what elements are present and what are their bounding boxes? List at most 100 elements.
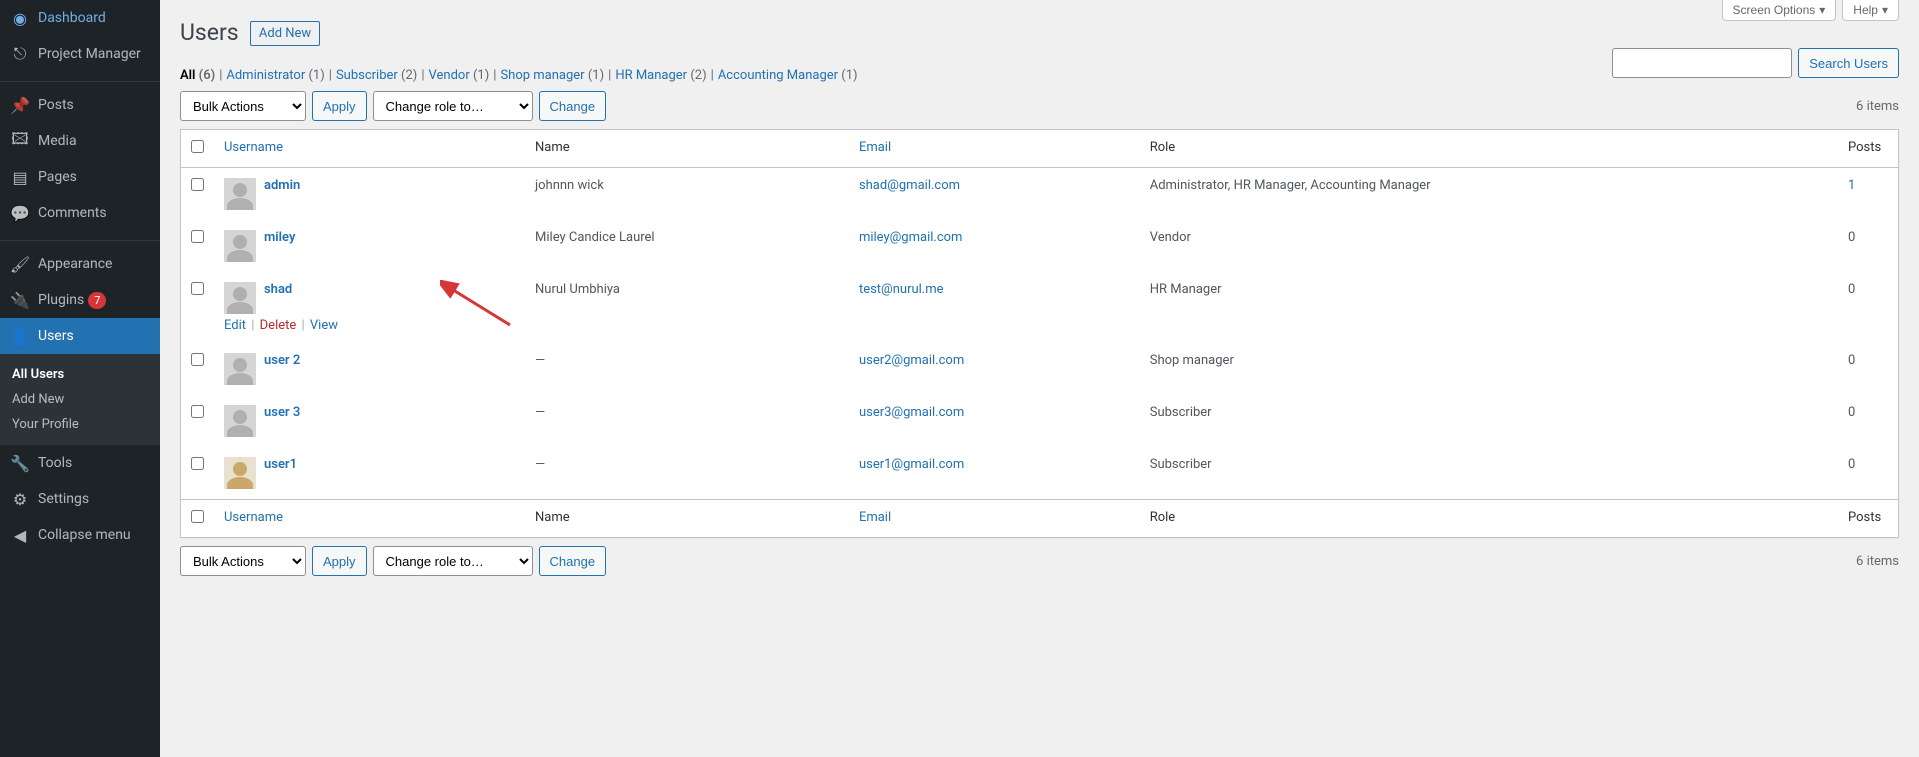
edit-link[interactable]: Edit <box>224 318 246 333</box>
col-username-foot[interactable]: Username <box>214 499 525 537</box>
sidebar-item-users[interactable]: 👤Users <box>0 318 160 354</box>
sidebar-item-dashboard[interactable]: ◉Dashboard <box>0 0 160 36</box>
filter-link[interactable]: Subscriber (2) <box>336 68 417 83</box>
sidebar-item-label: Tools <box>38 455 72 471</box>
username-link[interactable]: shad <box>264 282 292 297</box>
sidebar-item-label: Dashboard <box>38 10 106 26</box>
filter-link[interactable]: Administrator (1) <box>226 68 324 83</box>
sidebar-item-label: Users <box>38 328 74 344</box>
username-link[interactable]: admin <box>264 178 300 193</box>
screen-meta: Screen Options▾ Help▾ <box>1722 0 1899 21</box>
row-actions: Edit | Delete | View <box>224 318 515 333</box>
bulk-actions-select[interactable]: Bulk Actions <box>180 91 306 121</box>
cell-name: — <box>525 395 849 447</box>
collapse-icon: ◀ <box>10 525 30 545</box>
submenu-item[interactable]: Add New <box>0 387 160 412</box>
sidebar-item-label: Posts <box>38 97 74 113</box>
cell-role: Vendor <box>1140 220 1838 272</box>
pages-icon: ▤ <box>10 167 30 187</box>
tablenav-bottom: Bulk Actions Apply Change role to… Chang… <box>180 546 1899 576</box>
sidebar-item-appearance[interactable]: 🖌Appearance <box>0 246 160 282</box>
col-email[interactable]: Email <box>849 130 1140 168</box>
page-title: Users <box>180 10 239 50</box>
username-link[interactable]: user 3 <box>264 405 300 420</box>
sidebar-item-settings[interactable]: ⚙Settings <box>0 481 160 517</box>
email-link[interactable]: user2@gmail.com <box>859 353 964 368</box>
username-link[interactable]: user 2 <box>264 353 300 368</box>
sidebar-item-comments[interactable]: 💬Comments <box>0 195 160 231</box>
filter-link[interactable]: All (6) <box>180 68 215 83</box>
change-role-select-bottom[interactable]: Change role to… <box>373 546 533 576</box>
table-row: mileyMiley Candice Laurelmiley@gmail.com… <box>181 220 1898 272</box>
row-checkbox[interactable] <box>191 178 204 191</box>
plugin-icon: 🔌 <box>10 290 30 310</box>
filter-link[interactable]: Vendor (1) <box>429 68 490 83</box>
cell-posts: 0 <box>1838 343 1898 395</box>
add-new-button[interactable]: Add New <box>250 21 320 46</box>
change-role-select[interactable]: Change role to… <box>373 91 533 121</box>
view-link[interactable]: View <box>310 318 338 333</box>
filter-link[interactable]: HR Manager (2) <box>615 68 706 83</box>
apply-button-bottom[interactable]: Apply <box>312 546 367 576</box>
submenu-item[interactable]: Your Profile <box>0 412 160 437</box>
change-button-bottom[interactable]: Change <box>539 546 607 576</box>
email-link[interactable]: test@nurul.me <box>859 282 944 297</box>
screen-options-button[interactable]: Screen Options▾ <box>1722 0 1837 21</box>
filter-link[interactable]: Accounting Manager (1) <box>718 68 858 83</box>
row-checkbox[interactable] <box>191 405 204 418</box>
email-link[interactable]: miley@gmail.com <box>859 230 963 245</box>
chevron-down-icon: ▾ <box>1819 3 1825 17</box>
item-count-top: 6 items <box>1856 99 1899 114</box>
pin-icon: 📌 <box>10 95 30 115</box>
admin-sidebar: ◉Dashboard⎋Project Manager 📌 Posts 🖾Media▤P… <box>0 0 160 757</box>
menu-separator <box>0 77 160 82</box>
row-checkbox[interactable] <box>191 230 204 243</box>
submenu-item[interactable]: All Users <box>0 362 160 387</box>
select-all-top[interactable] <box>191 140 204 153</box>
sidebar-item-project-manager[interactable]: ⎋Project Manager <box>0 36 160 72</box>
table-row: user1—user1@gmail.comSubscriber0 <box>181 447 1898 499</box>
email-link[interactable]: shad@gmail.com <box>859 178 960 193</box>
help-button[interactable]: Help▾ <box>1842 0 1899 21</box>
sidebar-item-plugins[interactable]: 🔌Plugins7 <box>0 282 160 318</box>
col-username[interactable]: Username <box>214 130 525 168</box>
wrench-icon: 🔧 <box>10 453 30 473</box>
avatar <box>224 230 256 262</box>
sidebar-item-media[interactable]: 🖾Media <box>0 123 160 159</box>
row-checkbox[interactable] <box>191 353 204 366</box>
avatar <box>224 457 256 489</box>
apply-button[interactable]: Apply <box>312 91 367 121</box>
select-all-bottom[interactable] <box>191 510 204 523</box>
cell-posts: 0 <box>1838 395 1898 447</box>
username-link[interactable]: user1 <box>264 457 297 472</box>
table-row: adminjohnnn wickshad@gmail.comAdministra… <box>181 168 1898 220</box>
cell-name: johnnn wick <box>525 168 849 220</box>
posts-link[interactable]: 1 <box>1848 178 1855 193</box>
sidebar-item-label: Comments <box>38 205 107 221</box>
sidebar-item-label: Appearance <box>38 256 112 272</box>
col-email-foot[interactable]: Email <box>849 499 1140 537</box>
menu-separator <box>0 236 160 241</box>
sidebar-item-posts[interactable]: 📌 Posts <box>0 87 160 123</box>
cell-name: — <box>525 447 849 499</box>
cell-name: Nurul Umbhiya <box>525 272 849 343</box>
search-users-button[interactable]: Search Users <box>1798 48 1899 78</box>
change-button[interactable]: Change <box>539 91 607 121</box>
delete-link[interactable]: Delete <box>260 318 297 333</box>
col-name-foot: Name <box>525 499 849 537</box>
sidebar-item-pages[interactable]: ▤Pages <box>0 159 160 195</box>
username-link[interactable]: miley <box>264 230 295 245</box>
row-checkbox[interactable] <box>191 457 204 470</box>
search-input[interactable] <box>1612 48 1792 78</box>
sidebar-item-collapse[interactable]: ◀Collapse menu <box>0 517 160 553</box>
sidebar-item-label: Media <box>38 133 77 149</box>
email-link[interactable]: user3@gmail.com <box>859 405 964 420</box>
email-link[interactable]: user1@gmail.com <box>859 457 964 472</box>
filter-link[interactable]: Shop manager (1) <box>500 68 604 83</box>
row-checkbox[interactable] <box>191 282 204 295</box>
col-name: Name <box>525 130 849 168</box>
cell-role: Subscriber <box>1140 395 1838 447</box>
sidebar-item-tools[interactable]: 🔧 Tools <box>0 445 160 481</box>
cell-role: HR Manager <box>1140 272 1838 343</box>
bulk-actions-select-bottom[interactable]: Bulk Actions <box>180 546 306 576</box>
